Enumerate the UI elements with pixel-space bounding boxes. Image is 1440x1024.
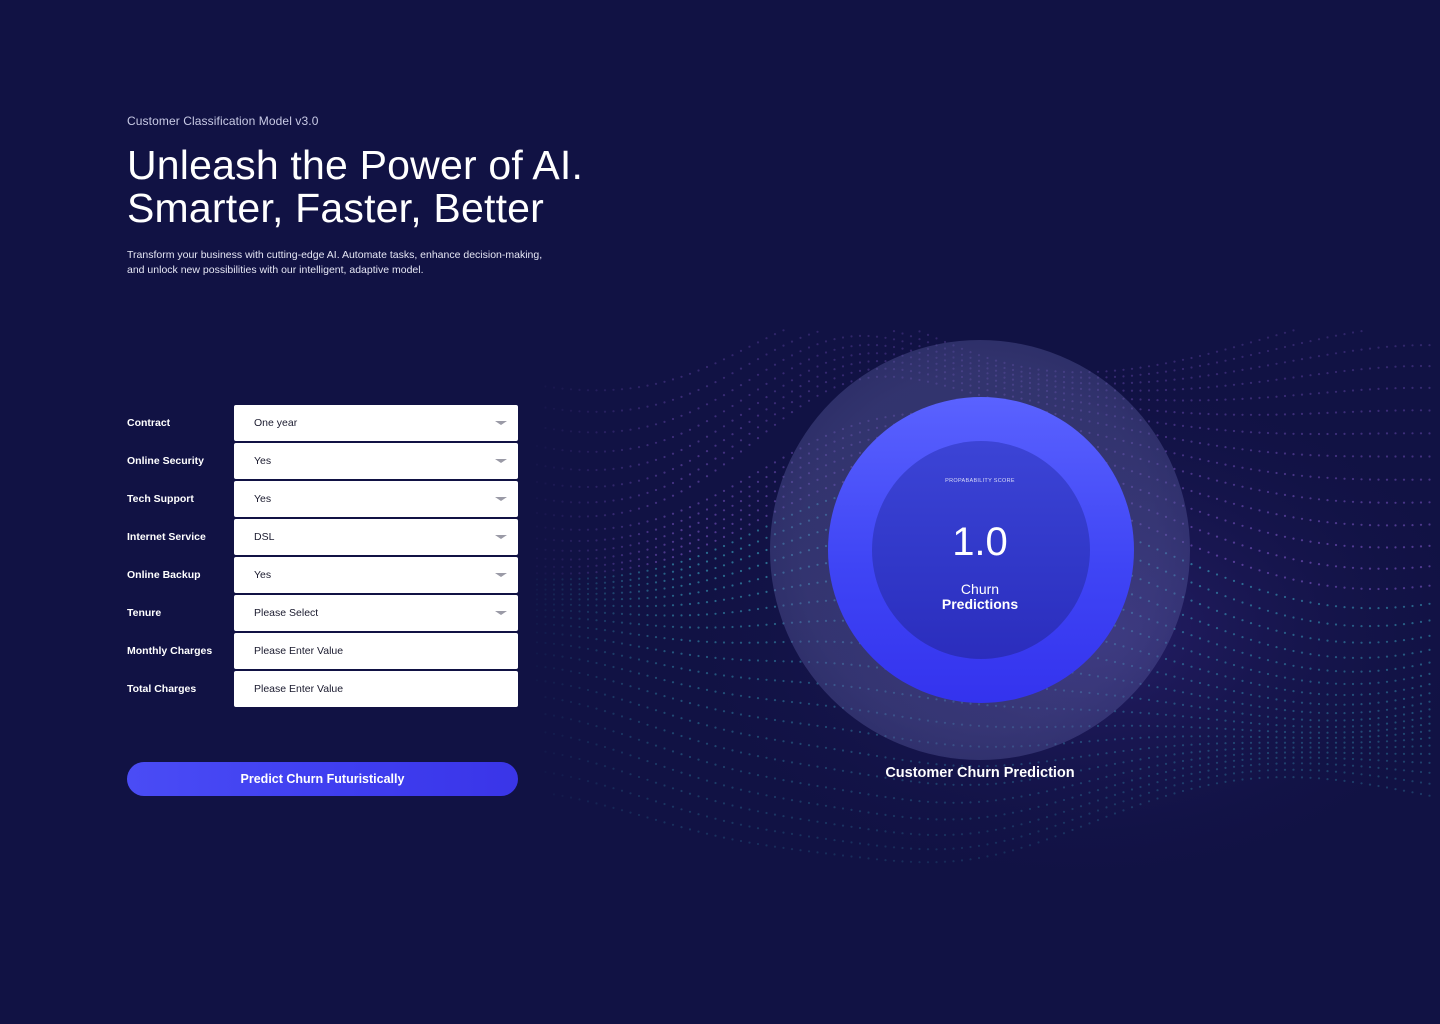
tenure-label: Tenure <box>127 607 162 619</box>
form-row-total-charges: Total Charges Please Enter Value <box>127 671 519 707</box>
headline-line-2: Smarter, Faster, Better <box>127 185 545 231</box>
form-row-online-security: Online Security Yes <box>127 443 519 479</box>
hero-description-line-2: and unlock new possibilities with our in… <box>127 264 424 276</box>
chevron-down-icon <box>495 497 507 501</box>
monthly-charges-placeholder: Please Enter Value <box>254 645 344 657</box>
probability-score-caption: PROPABABILITY SCORE <box>945 478 1015 484</box>
online-backup-select[interactable]: Yes <box>234 557 518 593</box>
form-row-monthly-charges: Monthly Charges Please Enter Value <box>127 633 519 669</box>
internet-service-label: Internet Service <box>127 531 206 543</box>
total-charges-label: Total Charges <box>127 683 197 695</box>
chevron-down-icon <box>495 421 507 425</box>
headline-line-1: Unleash the Power of AI. <box>127 142 584 188</box>
form-row-contract: Contract One year <box>127 405 519 441</box>
form-row-online-backup: Online Backup Yes <box>127 557 519 593</box>
tenure-select-value: Please Select <box>254 607 319 619</box>
headline: Unleash the Power of AI. Smarter, Faster… <box>127 144 647 230</box>
hero-section: Customer Classification Model v3.0 Unlea… <box>127 114 647 278</box>
online-backup-label: Online Backup <box>127 569 201 581</box>
hero-description: Transform your business with cutting-edg… <box>127 248 587 278</box>
hero-description-line-1: Transform your business with cutting-edg… <box>127 249 543 261</box>
chevron-down-icon <box>495 535 507 539</box>
chevron-down-icon <box>495 611 507 615</box>
internet-service-select-value: DSL <box>254 531 275 543</box>
tech-support-select-value: Yes <box>254 493 272 505</box>
churn-label: Churn <box>960 581 1000 597</box>
form-row-tech-support: Tech Support Yes <box>127 481 519 517</box>
contract-select[interactable]: One year <box>234 405 518 441</box>
predictions-label: Predictions <box>941 596 1019 612</box>
page: Customer Classification Model v3.0 Unlea… <box>0 0 1440 1024</box>
online-security-label: Online Security <box>127 455 205 467</box>
tech-support-label: Tech Support <box>127 493 194 505</box>
predict-churn-button[interactable]: Predict Churn Futuristically <box>127 762 518 796</box>
total-charges-input[interactable]: Please Enter Value <box>234 671 518 707</box>
online-backup-select-value: Yes <box>254 569 272 581</box>
internet-service-select[interactable]: DSL <box>234 519 518 555</box>
chevron-down-icon <box>495 573 507 577</box>
form-row-internet-service: Internet Service DSL <box>127 519 519 555</box>
model-version-label: Customer Classification Model v3.0 <box>127 114 319 128</box>
monthly-charges-input[interactable]: Please Enter Value <box>234 633 518 669</box>
total-charges-placeholder: Please Enter Value <box>254 683 344 695</box>
tech-support-select[interactable]: Yes <box>234 481 518 517</box>
chevron-down-icon <box>495 459 507 463</box>
tenure-select[interactable]: Please Select <box>234 595 518 631</box>
contract-select-value: One year <box>254 417 298 429</box>
probability-score-value: 1.0 <box>952 520 1008 564</box>
churn-input-form: Contract One year Online Security Yes Te… <box>127 405 519 709</box>
contract-label: Contract <box>127 417 171 429</box>
prediction-title: Customer Churn Prediction <box>885 765 1075 781</box>
monthly-charges-label: Monthly Charges <box>127 645 213 657</box>
form-row-tenure: Tenure Please Select <box>127 595 519 631</box>
online-security-select-value: Yes <box>254 455 272 467</box>
online-security-select[interactable]: Yes <box>234 443 518 479</box>
prediction-gauge: PROPABABILITY SCORE 1.0 Churn Prediction… <box>770 340 1190 760</box>
